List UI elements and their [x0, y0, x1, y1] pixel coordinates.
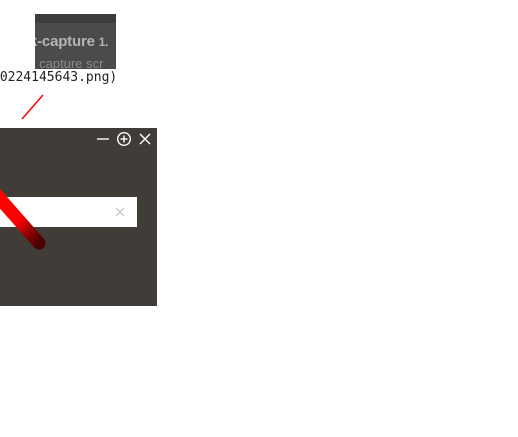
filename-label: 00224145643.png) — [0, 70, 118, 85]
minimize-icon — [97, 138, 109, 140]
thumbnail-title: k-capture 1. — [35, 33, 109, 50]
close-icon — [139, 133, 151, 145]
thumbnail-title-text: k-capture — [35, 33, 95, 50]
clear-button[interactable] — [113, 205, 127, 219]
thumbnail-version: 1. — [98, 35, 109, 49]
thumbnail-subtitle: k capture scr — [35, 56, 104, 69]
app-thumbnail[interactable]: k-capture 1. k capture scr — [35, 14, 116, 69]
capture-window[interactable] — [0, 128, 157, 306]
clear-x-icon — [115, 207, 125, 217]
thumbnail-titlebar — [35, 14, 116, 23]
pointer-line — [21, 94, 44, 120]
close-button[interactable] — [137, 131, 153, 147]
minimize-button[interactable] — [95, 131, 111, 147]
zoom-button[interactable] — [116, 131, 132, 147]
search-input[interactable] — [0, 197, 137, 227]
zoom-plus-icon — [116, 131, 132, 147]
